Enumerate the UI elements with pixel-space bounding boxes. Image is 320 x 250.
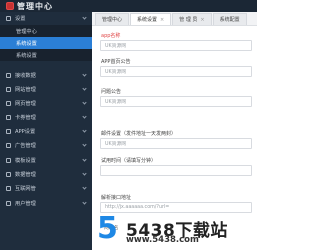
ad-icon (6, 142, 11, 148)
field-label-home-notice: APP首页公告 (101, 59, 131, 65)
top-bar (92, 0, 257, 12)
chevron-down-icon (82, 171, 87, 176)
nav-group-label: 卡券管理 (15, 114, 36, 121)
chevron-down-icon (82, 114, 87, 119)
tab-label: 系统配置 (219, 17, 240, 23)
chevron-down-icon (82, 142, 87, 147)
app-icon (6, 128, 11, 134)
nav-group-label: 网页管理 (15, 100, 36, 107)
settings-icon (6, 15, 11, 21)
chevron-down-icon (82, 100, 87, 105)
tab-system-settings[interactable]: 系统设置 × (130, 13, 172, 25)
close-icon[interactable]: × (200, 17, 204, 23)
nav-item-system-settings-2[interactable]: 系统设置 (0, 49, 92, 61)
tab-label: 管理中心 (102, 17, 123, 23)
logo-text: 管理中心 (17, 1, 53, 11)
close-icon[interactable]: × (160, 17, 164, 23)
field-label-parse-api: 解析接口地址 (101, 195, 132, 201)
logo-icon (6, 2, 14, 10)
chevron-down-icon (82, 128, 87, 133)
field-label-app-name: app名称 (101, 33, 121, 39)
app-name-input[interactable]: UK资源网 (100, 40, 252, 51)
tab-admins[interactable]: 管 理 员 × (172, 13, 212, 25)
field-label-trial-time: 试用时间（请填写分钟） (101, 158, 157, 164)
chevron-down-icon (82, 86, 87, 91)
nav-group-template-settings[interactable]: 模板设置 (0, 155, 92, 165)
issue-notice-input[interactable]: UK资源网 (100, 96, 252, 107)
data-icon (6, 72, 11, 78)
parse-api-input[interactable]: http://jx.aaaaaa.com/?url= (100, 202, 252, 213)
nav-group-label: 互联网管 (15, 185, 36, 192)
nav-group-receive-data[interactable]: 接收数据 (0, 70, 92, 80)
tab-label: 系统设置 (137, 17, 158, 23)
tab-admin-center[interactable]: 管理中心 (95, 13, 130, 25)
chevron-down-icon (82, 185, 87, 190)
user-icon (6, 200, 11, 206)
nav-group-label: 接收数据 (15, 72, 36, 79)
globe-icon (6, 185, 11, 191)
chevron-down-icon (82, 157, 87, 162)
database-icon (6, 171, 11, 177)
template-icon (6, 157, 11, 163)
nav-group-settings[interactable]: 设置 (0, 13, 92, 23)
nav-group-page-management[interactable]: 网页管理 (0, 98, 92, 108)
nav-group-label: APP设置 (15, 128, 36, 135)
nav-group-internet[interactable]: 互联网管 (0, 183, 92, 193)
nav-item-admin-center[interactable]: 管理中心 (0, 25, 92, 37)
email-settings-input[interactable]: UK资源网 (100, 138, 252, 149)
tab-label: 管 理 员 (179, 17, 198, 23)
nav-group-label: 用户管理 (15, 200, 36, 207)
nav-group-ad-management[interactable]: 广告管理 (0, 140, 92, 150)
nav-group-label: 数据管理 (15, 171, 36, 178)
tab-system-config[interactable]: 系统配置 (212, 13, 247, 25)
nav-group-data-management[interactable]: 数据管理 (0, 169, 92, 179)
sidebar: 管理中心 设置 管理中心 系统设置 系统设置 接收数据 网站管理 网页管理 卡券… (0, 0, 92, 250)
tab-bar: 管理中心 系统设置 × 管 理 员 × 系统配置 (92, 12, 257, 26)
card-icon (6, 114, 11, 120)
watermark-url: www.5438.com (126, 235, 199, 245)
nav-group-site-management[interactable]: 网站管理 (0, 84, 92, 94)
nav-group-label: 模板设置 (15, 157, 36, 164)
sidebar-logo: 管理中心 (0, 0, 92, 12)
nav-group-label: 网站管理 (15, 86, 36, 93)
chevron-down-icon (82, 200, 87, 205)
trial-time-input[interactable] (100, 165, 252, 176)
nav-item-system-settings[interactable]: 系统设置 (0, 37, 92, 49)
nav-group-label: 设置 (15, 15, 26, 22)
chevron-down-icon (82, 15, 87, 20)
home-notice-input[interactable]: UK资源网 (100, 66, 252, 77)
nav-group-user-management[interactable]: 用户管理 (0, 198, 92, 208)
watermark-logo: 5 (97, 211, 118, 246)
site-icon (6, 86, 11, 92)
field-label-issue-notice: 问题公告 (101, 89, 122, 95)
page-icon (6, 100, 11, 106)
chevron-down-icon (82, 72, 87, 77)
nav-group-app-settings[interactable]: APP设置 (0, 126, 92, 136)
field-label-email-settings: 邮件设置（发件地址一天发两封） (101, 131, 177, 137)
nav-group-label: 广告管理 (15, 142, 36, 149)
nav-group-card-management[interactable]: 卡券管理 (0, 112, 92, 122)
